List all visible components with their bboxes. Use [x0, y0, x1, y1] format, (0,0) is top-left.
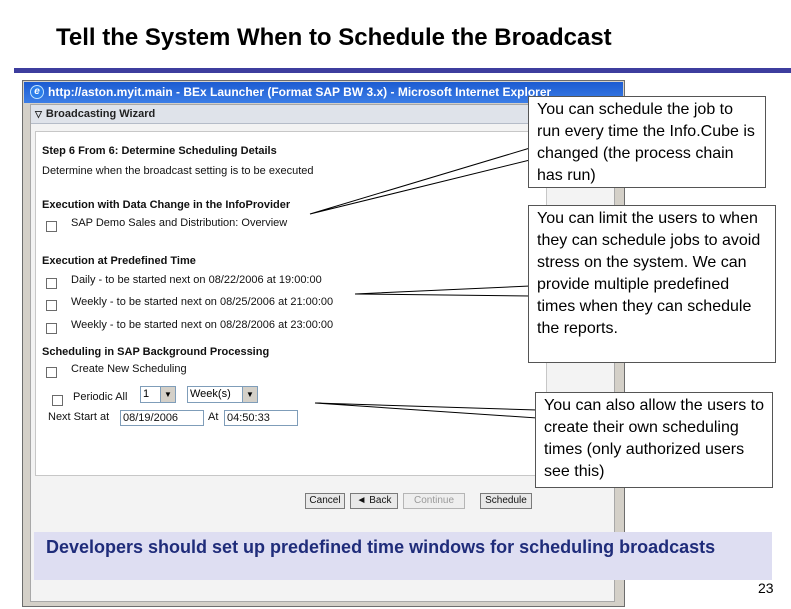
- predefined-option-1: Daily - to be started next on 08/22/2006…: [71, 274, 322, 286]
- predefined-heading: Execution at Predefined Time: [42, 255, 196, 267]
- at-label: At: [208, 411, 219, 423]
- create-new-label: Create New Scheduling: [71, 363, 187, 375]
- dropdown-arrow-icon[interactable]: ▼: [242, 387, 257, 402]
- predefined-option-2: Weekly - to be started next on 08/25/200…: [71, 296, 334, 308]
- periodic-label: Periodic All: [73, 391, 128, 403]
- next-start-time-input[interactable]: 04:50:33: [224, 410, 298, 426]
- back-button-label: Back: [369, 495, 392, 506]
- title-rule: [14, 68, 791, 73]
- next-start-label: Next Start at: [48, 411, 110, 423]
- back-button[interactable]: ◄ Back: [350, 493, 398, 509]
- page-number: 23: [758, 580, 774, 596]
- ie-icon: e: [30, 85, 44, 99]
- data-change-heading: Execution with Data Change in the InfoPr…: [42, 199, 291, 211]
- wizard-header-label: Broadcasting Wizard: [45, 108, 156, 120]
- period-unit-value: Week(s): [190, 388, 231, 400]
- callout-data-change: You can schedule the job to run every ti…: [528, 96, 766, 188]
- schedule-button[interactable]: Schedule: [480, 493, 532, 509]
- summary-banner: Developers should set up predefined time…: [34, 532, 772, 580]
- data-change-checkbox[interactable]: [46, 221, 57, 232]
- continue-button[interactable]: Continue: [403, 493, 465, 509]
- predefined-checkbox-1[interactable]: [46, 278, 57, 289]
- step-description: Determine when the broadcast setting is …: [42, 165, 314, 177]
- callout-predefined-times: You can limit the users to when they can…: [528, 205, 776, 363]
- predefined-checkbox-2[interactable]: [46, 300, 57, 311]
- create-new-checkbox[interactable]: [46, 367, 57, 378]
- predefined-checkbox-3[interactable]: [46, 323, 57, 334]
- window-title: http://aston.myit.main - BEx Launcher (F…: [48, 85, 552, 99]
- data-change-option: SAP Demo Sales and Distribution: Overvie…: [71, 217, 288, 229]
- callout-own-scheduling: You can also allow the users to create t…: [535, 392, 773, 488]
- wizard-panel: Step 6 From 6: Determine Scheduling Deta…: [35, 131, 547, 476]
- back-arrow-icon: ◄: [356, 495, 370, 506]
- collapse-triangle-icon[interactable]: ▽: [35, 105, 42, 123]
- periodic-checkbox[interactable]: [52, 395, 63, 406]
- background-heading: Scheduling in SAP Background Processing: [42, 346, 270, 358]
- next-start-date-input[interactable]: 08/19/2006: [120, 410, 204, 426]
- step-title: Step 6 From 6: Determine Scheduling Deta…: [42, 145, 277, 157]
- cancel-button[interactable]: Cancel: [305, 493, 345, 509]
- dropdown-arrow-icon[interactable]: ▼: [160, 387, 175, 402]
- period-count-value: 1: [143, 388, 150, 400]
- predefined-option-3: Weekly - to be started next on 08/28/200…: [71, 319, 334, 331]
- wizard-header[interactable]: ▽ Broadcasting Wizard: [31, 105, 614, 124]
- slide-title: Tell the System When to Schedule the Bro…: [56, 24, 612, 51]
- period-unit-select[interactable]: Week(s) ▼: [187, 386, 258, 403]
- period-count-select[interactable]: 1 ▼: [140, 386, 176, 403]
